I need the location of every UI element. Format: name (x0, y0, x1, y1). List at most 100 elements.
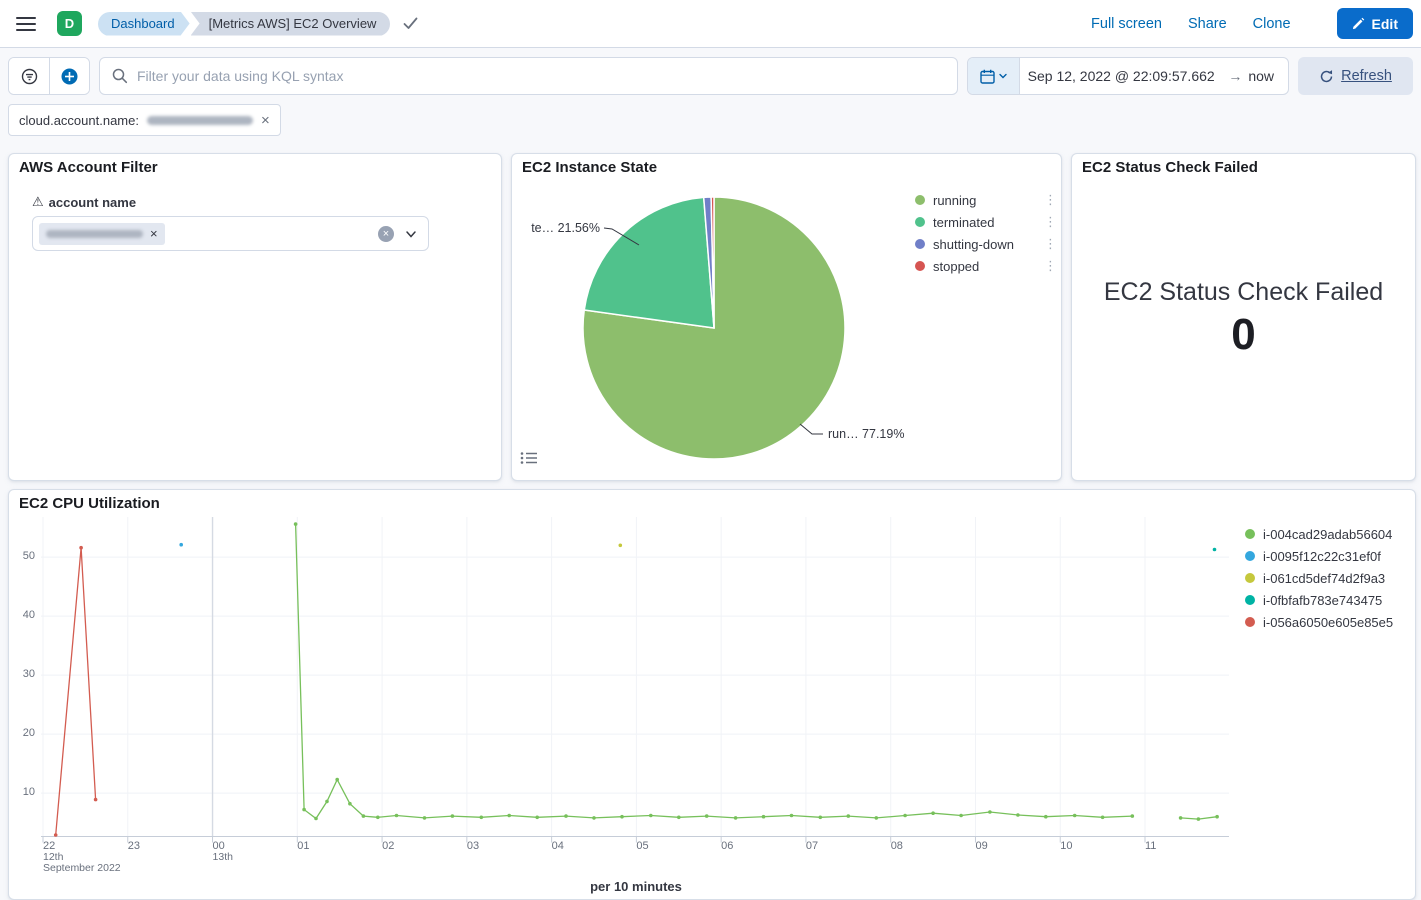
edit-button-label: Edit (1372, 16, 1398, 32)
filter-pill-label: cloud.account.name: (19, 113, 139, 128)
x-axis-tick-label: 10 (1060, 840, 1072, 852)
legend-label: terminated (933, 215, 994, 230)
x-axis-tick-label: 09 (975, 840, 987, 852)
legend-label: i-0095f12c22c31ef0f (1263, 549, 1381, 564)
date-quick-menu-button[interactable] (968, 58, 1020, 94)
legend-actions-icon[interactable]: ⋮ (1044, 236, 1057, 252)
calendar-icon (980, 69, 995, 84)
panel-ec2-instance-state: EC2 Instance State te… 21.56% run… 77.19… (511, 153, 1062, 481)
metric-label: EC2 Status Check Failed (1072, 278, 1415, 307)
panel-ec2-status-check: EC2 Status Check Failed EC2 Status Check… (1071, 153, 1416, 481)
selected-option-token[interactable]: × (39, 223, 165, 245)
y-axis-tick-label: 30 (9, 668, 35, 680)
legend-color-dot (915, 195, 925, 205)
pie-slice-terminated[interactable] (584, 197, 714, 328)
x-axis-title: per 10 minutes (41, 879, 1231, 894)
refresh-icon (1319, 69, 1334, 84)
legend-item-i-056a6050e605e85e5[interactable]: i-056a6050e605e85e5 (1245, 611, 1413, 633)
x-axis-date-label: 13th (213, 851, 233, 863)
refresh-button[interactable]: Refresh (1298, 57, 1413, 95)
top-actions: Full screen Share Clone Edit (1091, 8, 1421, 39)
plus-icon (61, 68, 78, 85)
panel-aws-account-filter: AWS Account Filter ⚠ account name × × (8, 153, 502, 481)
legend-item-shutting-down[interactable]: shutting-down ⋮ (915, 233, 1057, 255)
legend-item-i-0fbfafb783e743475[interactable]: i-0fbfafb783e743475 (1245, 589, 1413, 611)
legend-item-i-061cd5def74d2f9a3[interactable]: i-061cd5def74d2f9a3 (1245, 567, 1413, 589)
legend-toggle-button[interactable] (520, 450, 540, 468)
breadcrumb: Dashboard [Metrics AWS] EC2 Overview (98, 12, 390, 36)
panel-title: EC2 Status Check Failed (1082, 159, 1258, 176)
date-picker: Sep 12, 2022 @ 22:09:57.662 → now (967, 57, 1289, 95)
kibana-dashboard: D Dashboard [Metrics AWS] EC2 Overview F… (0, 0, 1421, 900)
x-axis-tick-label: 02 (382, 840, 394, 852)
legend-actions-icon[interactable]: ⋮ (1044, 192, 1057, 208)
cpu-line-chart[interactable] (41, 517, 1231, 847)
filter-pill[interactable]: cloud.account.name: × (8, 104, 281, 136)
query-controls-group (8, 57, 90, 95)
pie-callout-label-terminated: te… 21.56% (531, 221, 600, 235)
search-icon (112, 68, 128, 84)
legend-item-i-0095f12c22c31ef0f[interactable]: i-0095f12c22c31ef0f (1245, 545, 1413, 567)
filter-remove-icon[interactable]: × (261, 113, 270, 128)
kql-search-box (99, 57, 958, 95)
legend-item-running[interactable]: running ⋮ (915, 189, 1057, 211)
metric-value: 0 (1072, 310, 1415, 361)
time-range-start[interactable]: Sep 12, 2022 @ 22:09:57.662 (1020, 68, 1222, 84)
hamburger-menu-button[interactable] (16, 12, 40, 36)
legend-actions-icon[interactable]: ⋮ (1044, 258, 1057, 274)
cpu-legend: i-004cad29adab56604 i-0095f12c22c31ef0f i-… (1245, 523, 1413, 633)
legend-label: shutting-down (933, 237, 1014, 252)
breadcrumb-dashboard[interactable]: Dashboard (98, 12, 190, 36)
legend-label: running (933, 193, 976, 208)
edit-button[interactable]: Edit (1337, 8, 1413, 39)
legend-color-dot (1245, 529, 1255, 539)
legend-color-dot (1245, 551, 1255, 561)
x-axis-tick-label: 06 (721, 840, 733, 852)
y-axis-tick-label: 50 (9, 550, 35, 562)
series-line-i-004cad29adab56604 (296, 524, 1133, 818)
x-axis-tick-label: 04 (552, 840, 564, 852)
x-axis-tick-label: 03 (467, 840, 479, 852)
chevron-down-icon (998, 71, 1008, 81)
kql-search-input[interactable] (137, 68, 945, 84)
range-arrow-icon: → (1222, 68, 1248, 84)
x-axis-tick-label: 07 (806, 840, 818, 852)
pencil-icon (1352, 17, 1365, 30)
control-label-text: account name (49, 195, 136, 210)
legend-color-dot (1245, 595, 1255, 605)
filter-bar: cloud.account.name: × (8, 104, 281, 136)
account-combobox[interactable]: × × (32, 216, 429, 251)
y-axis-tick-label: 40 (9, 609, 35, 621)
deployment-badge[interactable]: D (57, 11, 82, 36)
clear-selection-icon[interactable]: × (378, 226, 394, 242)
legend-color-dot (915, 261, 925, 271)
query-bar: Sep 12, 2022 @ 22:09:57.662 → now Refres… (0, 48, 1421, 104)
share-link[interactable]: Share (1188, 16, 1227, 32)
redacted-filter-value (147, 116, 253, 125)
x-axis-tick-label: 11 (1145, 840, 1156, 852)
time-range-end[interactable]: now (1248, 68, 1288, 84)
legend-color-dot (915, 217, 925, 227)
legend-label: stopped (933, 259, 979, 274)
x-axis-tick-label: 08 (891, 840, 903, 852)
x-axis-tick-labels: 222300010203040506070809101112thSeptembe… (41, 840, 1231, 874)
legend-actions-icon[interactable]: ⋮ (1044, 214, 1057, 230)
add-filter-button[interactable] (49, 58, 89, 94)
legend-label: i-056a6050e605e85e5 (1263, 615, 1393, 630)
combobox-chevron-icon[interactable] (403, 226, 419, 242)
legend-item-i-004cad29adab56604[interactable]: i-004cad29adab56604 (1245, 523, 1413, 545)
saved-check-icon[interactable] (403, 17, 418, 30)
full-screen-link[interactable]: Full screen (1091, 16, 1162, 32)
legend-label: i-061cd5def74d2f9a3 (1263, 571, 1385, 586)
saved-query-menu-button[interactable] (9, 58, 49, 94)
legend-item-stopped[interactable]: stopped ⋮ (915, 255, 1057, 277)
control-label: ⚠ account name (32, 194, 136, 210)
x-axis-date-label: September 2022 (43, 862, 121, 874)
pie-callout-line (800, 424, 823, 434)
legend-item-terminated[interactable]: terminated ⋮ (915, 211, 1057, 233)
token-remove-icon[interactable]: × (150, 226, 158, 241)
redacted-account-value (46, 230, 143, 238)
breadcrumb-current-page[interactable]: [Metrics AWS] EC2 Overview (191, 12, 391, 36)
legend-label: i-004cad29adab56604 (1263, 527, 1392, 542)
clone-link[interactable]: Clone (1253, 16, 1291, 32)
